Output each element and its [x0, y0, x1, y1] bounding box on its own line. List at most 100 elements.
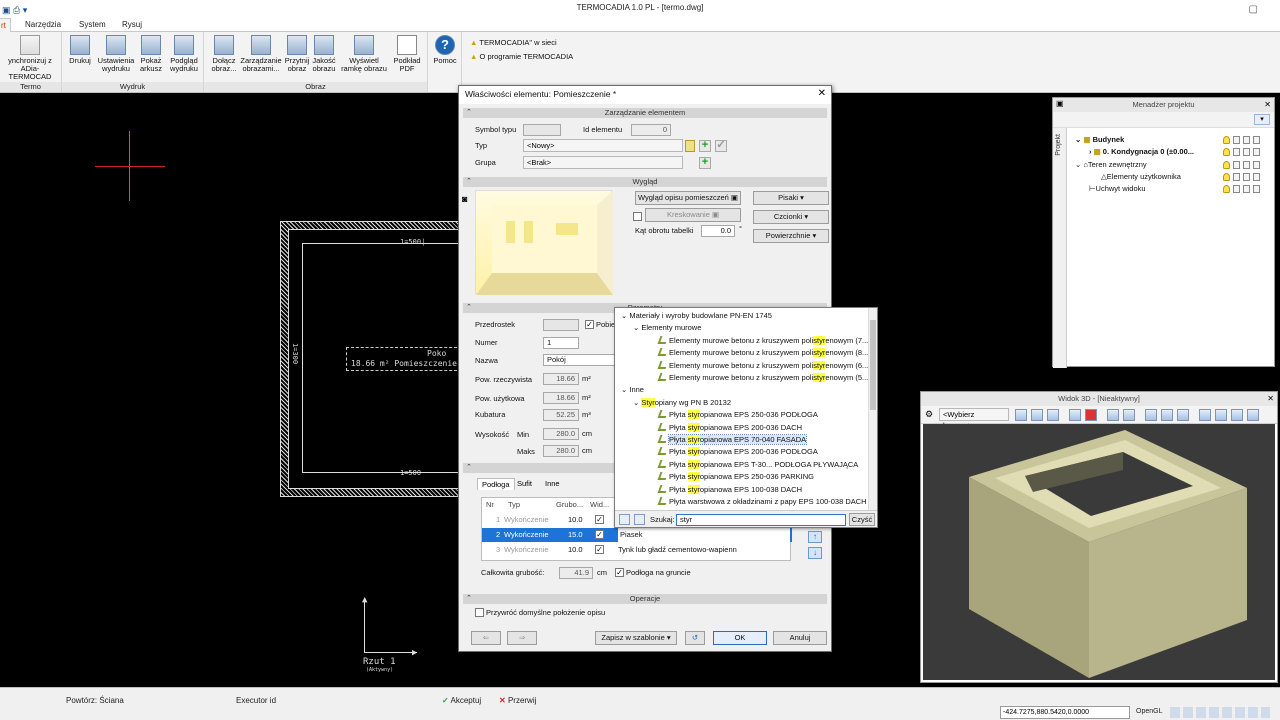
room-label-look-button[interactable]: Wygląd opisu pomieszczeń ▣ — [635, 191, 741, 205]
visibility-icons-row5[interactable] — [1223, 185, 1265, 195]
abort-command[interactable]: ✕ Przerwij — [499, 696, 536, 705]
show-image-frame-button[interactable]: Wyświetl ramkę obrazu — [338, 35, 390, 73]
tree-item[interactable]: Płyta styropianowa EPS 70-040 FASADA — [657, 434, 808, 445]
tree-item-terrain[interactable]: ⌄ ⌂Teren zewnętrzny — [1075, 159, 1147, 171]
tree-item-view-handle[interactable]: ⊢Uchwyt widoku — [1089, 183, 1146, 195]
pin-icon[interactable]: ▣ — [1056, 99, 1064, 108]
type-select[interactable]: <Nowy> — [523, 139, 683, 152]
table-row[interactable]: 3 Wykończenie 10.0 ✓ Tynk lub gładź ceme… — [482, 543, 792, 557]
manage-images-button[interactable]: Zarządzanie obrazami... — [238, 35, 284, 73]
ground-floor-checkbox[interactable]: ✓ — [615, 568, 624, 577]
visibility-icons-row2[interactable] — [1223, 148, 1265, 158]
print-button[interactable]: Drukuj — [66, 35, 94, 65]
prefix-field[interactable] — [543, 319, 579, 331]
image-quality-button[interactable]: Jakość obrazu — [310, 35, 338, 73]
tab-other[interactable]: Inne — [541, 478, 564, 490]
clear-button[interactable]: Czyść — [849, 513, 875, 526]
about-link[interactable]: ▲ O programie TERMOCADIA — [470, 52, 573, 62]
section-ops[interactable]: ⌃ Operacje — [463, 594, 827, 604]
renderer-label[interactable]: OpenGL — [1136, 708, 1162, 715]
tree-item[interactable]: Płyta styropianowa EPS 250-036 PARKING — [657, 471, 814, 482]
tab-ceiling[interactable]: Sufit — [513, 478, 536, 490]
project-side-tab[interactable]: Projekt — [1053, 128, 1067, 368]
crop-image-button[interactable]: Przytnij obraz — [284, 35, 310, 73]
surfaces-button[interactable]: Powierzchnie ▾ — [753, 229, 829, 243]
tree-item[interactable]: Elementy murowe betonu z kruszywem polis… — [657, 372, 868, 383]
accept-command[interactable]: ✓ Akceptuj — [442, 696, 481, 705]
name-field[interactable]: Pokój — [543, 354, 615, 366]
tree-item[interactable]: Płyta styropianowa EPS 200-036 PODŁOGA — [657, 446, 818, 457]
view-tool-14-icon[interactable] — [1247, 409, 1259, 421]
help-button[interactable]: ? Pomoc — [432, 35, 458, 65]
tab-floor[interactable]: Podłoga — [477, 478, 515, 490]
collapse-all-icon[interactable] — [634, 514, 645, 525]
view-tool-11-icon[interactable] — [1199, 409, 1211, 421]
snap-toggle-icons[interactable] — [1170, 707, 1270, 718]
tree-item[interactable]: ⌄ Elementy murowe — [633, 322, 701, 333]
close-icon[interactable]: ✕ — [1267, 394, 1274, 403]
sync-button[interactable]: ynchronizuj z ADia-TERMOCAD — [0, 35, 60, 81]
tab-narzedzia[interactable]: Narzędzia — [21, 18, 65, 32]
filter-icon[interactable]: ▾ — [1254, 114, 1270, 125]
scroll-thumb[interactable] — [870, 320, 876, 410]
view-tool-12-icon[interactable] — [1215, 409, 1227, 421]
symbol-field[interactable] — [523, 124, 561, 136]
view-3d-canvas[interactable] — [923, 424, 1275, 680]
view-tool-2-icon[interactable] — [1031, 409, 1043, 421]
tree-item-user-elements[interactable]: △Elementy użytkownika — [1101, 171, 1181, 183]
tree-item[interactable]: Płyta styropianowa EPS T-30... PODŁOGA P… — [657, 459, 858, 470]
move-down-icon[interactable]: ↓ — [808, 547, 822, 559]
close-icon[interactable]: ✕ — [1264, 100, 1271, 109]
tab-rysuj[interactable]: Rysuj — [118, 18, 146, 32]
cancel-button[interactable]: Anuluj — [773, 631, 827, 645]
view-tool-4-icon[interactable] — [1069, 409, 1081, 421]
popup-scrollbar[interactable] — [868, 308, 877, 516]
camera-icon[interactable]: ◙ — [462, 194, 467, 204]
view-tool-8-icon[interactable] — [1145, 409, 1157, 421]
visibility-icons-row4[interactable] — [1223, 173, 1265, 183]
view-tool-13-icon[interactable] — [1231, 409, 1243, 421]
tree-item[interactable]: ⌄ Styropiany wg PN B 20132 — [633, 397, 731, 408]
tree-item[interactable]: Płyta warstwowa z okładzinami z papy EPS… — [657, 496, 867, 507]
close-icon[interactable]: ✕ — [818, 88, 826, 99]
tab-start[interactable]: rt — [0, 18, 11, 32]
web-link[interactable]: ▲ TERMOCADIA" w sieci — [470, 38, 557, 48]
save-template-button[interactable]: Zapisz w szablonie ▾ — [595, 631, 677, 645]
expand-all-icon[interactable] — [619, 514, 630, 525]
prefix-checkbox[interactable]: ✓ — [585, 320, 594, 329]
attach-image-button[interactable]: Dołącz obraz... — [208, 35, 240, 73]
tree-item[interactable]: Elementy murowe betonu z kruszywem polis… — [657, 360, 868, 371]
table-row[interactable]: 2 Wykończenie 15.0 ✓ Piasek — [482, 528, 792, 542]
show-sheet-button[interactable]: Pokaż arkusz — [138, 35, 164, 73]
tree-item[interactable]: Elementy murowe betonu z kruszywem polis… — [657, 347, 868, 358]
quick-access-icons[interactable]: ▣ ⎙ ▾ — [2, 2, 27, 18]
tree-item[interactable]: Płyta styropianowa EPS 250-036 PODŁOGA — [657, 409, 818, 420]
row-visible-checkbox[interactable]: ✓ — [595, 515, 604, 524]
print-preview-button[interactable]: Podgląd wydruku — [166, 35, 202, 73]
restore-window-icon[interactable]: ▢ — [1249, 2, 1258, 18]
search-input[interactable]: styr — [676, 514, 846, 526]
camera-select[interactable]: <Wybierz kamerę> — [939, 408, 1009, 430]
hatch-button[interactable]: Kreskowanie ▣ — [645, 208, 741, 222]
section-look[interactable]: ⌃ Wygląd — [463, 177, 827, 187]
move-up-icon[interactable]: ↑ — [808, 531, 822, 543]
view-tool-9-icon[interactable] — [1161, 409, 1173, 421]
hatch-checkbox[interactable] — [633, 212, 642, 221]
pdf-underlay-button[interactable]: Podkład PDF — [390, 35, 424, 73]
visibility-icons-row3[interactable] — [1223, 161, 1265, 171]
tree-item[interactable]: Płyta styropianowa EPS 200-036 DACH — [657, 422, 802, 433]
view-tool-3-icon[interactable] — [1047, 409, 1059, 421]
tree-item[interactable]: Elementy murowe betonu z kruszywem polis… — [657, 335, 868, 346]
view-tool-6-icon[interactable] — [1107, 409, 1119, 421]
angle-field[interactable]: 0.0 — [701, 225, 735, 237]
repeat-command[interactable]: Powtórz: Ściana — [66, 696, 124, 705]
view-tool-10-icon[interactable] — [1177, 409, 1189, 421]
section-manage[interactable]: ⌃ Zarządzanie elementem — [463, 108, 827, 118]
ok-button[interactable]: OK — [713, 631, 767, 645]
view-tool-7-icon[interactable] — [1123, 409, 1135, 421]
view-tool-1-icon[interactable] — [1015, 409, 1027, 421]
print-settings-button[interactable]: Ustawienia wydruku — [94, 35, 138, 73]
number-field[interactable]: 1 — [543, 337, 579, 349]
add-type-icon[interactable]: + — [699, 140, 711, 152]
undo-icon[interactable]: ↺ — [685, 631, 705, 645]
